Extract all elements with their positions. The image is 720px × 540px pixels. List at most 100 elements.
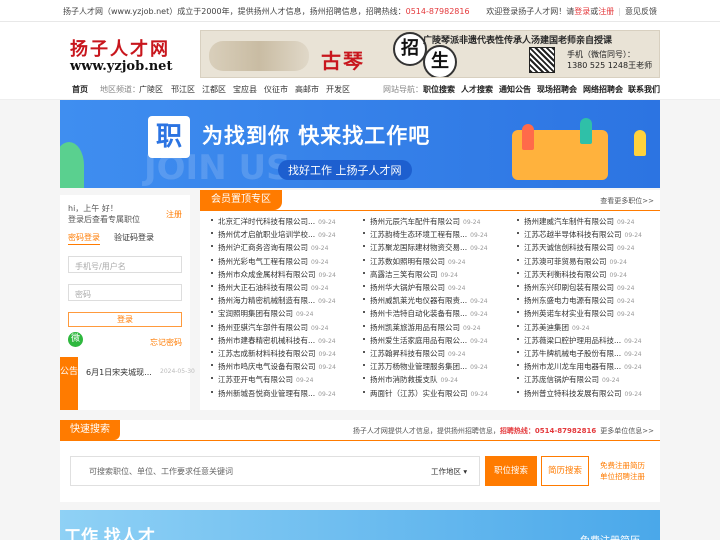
company-item[interactable]: 扬州沪汇商务咨询有限公司 09-24 bbox=[210, 242, 328, 253]
company-item[interactable]: 扬州市众成金属材料有限公司 09-24 bbox=[211, 269, 336, 280]
main-nav: 首页 地区频道： 广陵区 邗江区 江都区 宝应县 仪征市 高邮市 开发区 网站导… bbox=[0, 78, 720, 100]
company-item[interactable]: 江苏志成新材料科技有限公司 09-24 bbox=[211, 348, 336, 359]
company-item[interactable]: 扬州英诺车材实业有限公司 09-24 bbox=[516, 308, 635, 319]
register-employer-link[interactable]: 单位招聘注册 bbox=[600, 471, 645, 482]
company-item[interactable]: 江苏亚开电气有限公司 09-24 bbox=[210, 374, 313, 385]
register-link[interactable]: 注册 bbox=[598, 7, 614, 16]
company-name: 扬州市消防救援支队 bbox=[370, 375, 438, 385]
company-item[interactable]: 扬州光彩电气工程有限公司 09-24 bbox=[210, 256, 328, 267]
company-item[interactable]: 江苏数如照明有限公司 09-24 bbox=[362, 256, 465, 267]
nav-region-guangling[interactable]: 广陵区 bbox=[139, 84, 163, 95]
company-item[interactable]: 江苏翰昇科技有限公司 09-24 bbox=[362, 348, 465, 359]
company-item[interactable]: 扬州市建春精密机械科技有... 09-24 bbox=[211, 335, 336, 346]
forgot-password-link[interactable]: 忘记密码 bbox=[150, 337, 182, 348]
company-item[interactable]: 江苏万杨物业管理服务集团... 09-24 bbox=[363, 361, 488, 372]
more-companies-link[interactable]: 更多单位信息>> bbox=[600, 427, 654, 435]
feedback-link[interactable]: 意见反馈 bbox=[625, 7, 657, 16]
company-item[interactable]: 高露洁三笑有限公司 09-24 bbox=[363, 269, 458, 280]
company-item[interactable]: 江苏牛牌机械电子股份有限... 09-24 bbox=[517, 348, 642, 359]
company-item[interactable]: 扬州凯莱旅游用品有限公司 09-24 bbox=[362, 322, 480, 333]
company-date: 09-24 bbox=[617, 311, 635, 319]
company-date: 09-24 bbox=[448, 285, 466, 292]
company-item[interactable]: 扬州市消防救援支队 09-24 bbox=[363, 374, 458, 385]
more-jobs-link[interactable]: 查看更多职位>> bbox=[600, 196, 654, 206]
company-name: 扬州建威汽车制件有限公司 bbox=[524, 217, 614, 226]
search-input[interactable]: 可搜索职位、单位、工作要求任意关键词 bbox=[89, 466, 233, 477]
hotline: 0514-87982816 bbox=[405, 7, 470, 16]
company-item[interactable]: 江苏芯越半导体科技有限公司 09-24 bbox=[517, 229, 642, 240]
nav-job-search[interactable]: 职位搜索 bbox=[423, 84, 455, 95]
company-item[interactable]: 扬州优才启航职业培训学校... 09-24 bbox=[211, 229, 336, 240]
register-button[interactable]: 注册 bbox=[166, 209, 182, 220]
nav-region-jiangdu[interactable]: 江都区 bbox=[202, 84, 226, 95]
company-item[interactable]: 扬州市龙川龙车用电器有限... 09-24 bbox=[517, 361, 642, 372]
company-date: 09-24 bbox=[470, 364, 488, 372]
notice-item[interactable]: 6月1日宋夹城现... bbox=[86, 367, 152, 378]
company-item[interactable]: 扬州海力精密机械制造有限... 09-24 bbox=[211, 295, 336, 306]
site-intro: 扬子人才网（www.yzjob.net）成立于2000年，提供扬州人才信息，扬州… bbox=[63, 6, 470, 17]
company-item[interactable]: 宝润照明集团有限公司 09-24 bbox=[210, 308, 314, 319]
nav-region-baoying[interactable]: 宝应县 bbox=[233, 84, 257, 95]
username-input[interactable]: 手机号/用户名 bbox=[68, 256, 182, 273]
register-resume-link[interactable]: 免费注册简历 bbox=[600, 460, 645, 471]
nav-home[interactable]: 首页 bbox=[72, 84, 88, 95]
company-name: 扬州市龙川龙车用电器有限... bbox=[524, 362, 622, 372]
company-item[interactable]: 扬州东兴印刷包装有限公司 09-24 bbox=[516, 282, 634, 293]
company-item[interactable]: 扬州卡浩特自动化装备有限... 09-24 bbox=[363, 308, 488, 319]
nav-region-yizheng[interactable]: 仪征市 bbox=[264, 84, 288, 95]
area-select[interactable]: 工作地区 ▾ bbox=[431, 466, 467, 477]
company-item[interactable]: 江苏澳可菲贸易有限公司 09-24 bbox=[517, 256, 627, 267]
header-ad-banner[interactable]: 古琴 招 生 广陵琴派非遗代表性传承人汤建国老师亲自授课 手机（微信同号）： 13… bbox=[200, 30, 660, 78]
divider bbox=[200, 210, 660, 211]
login-link[interactable]: 登录 bbox=[574, 7, 590, 16]
nav-contact[interactable]: 联系我们 bbox=[628, 84, 660, 95]
company-date: 09-24 bbox=[609, 271, 627, 279]
company-item[interactable]: 扬州元辰汽车配件有限公司 09-24 bbox=[362, 216, 480, 227]
company-date: 09-24 bbox=[470, 298, 488, 306]
company-item[interactable]: 两面针（江苏）实业有限公司 09-24 bbox=[363, 388, 488, 399]
nav-online-fair[interactable]: 网络招聘会 bbox=[583, 84, 623, 95]
company-item[interactable]: 扬州新城吾悦商业管理有限... 09-24 bbox=[211, 388, 336, 399]
job-search-button[interactable]: 职位搜索 bbox=[485, 456, 537, 486]
banner-zhao: 招 bbox=[393, 32, 427, 66]
company-item[interactable]: 江苏聚龙国际建材物资交易... 09-24 bbox=[363, 242, 488, 253]
search-box[interactable]: 可搜索职位、单位、工作要求任意关键词 工作地区 ▾ bbox=[70, 456, 480, 486]
quick-info: 扬子人才网提供人才信息，提供扬州招聘信息，招聘热线：0514-87982816 更… bbox=[353, 426, 654, 436]
wechat-icon[interactable]: 微 bbox=[68, 332, 83, 347]
company-item[interactable]: 江苏薇梁口腔护理用品科技... 09-24 bbox=[517, 335, 642, 346]
company-date: 09-24 bbox=[296, 311, 314, 319]
tab-code-login[interactable]: 验证码登录 bbox=[114, 233, 154, 242]
password-input[interactable]: 密码 bbox=[68, 284, 182, 301]
company-item[interactable]: 江苏天利衡科技有限公司 09-24 bbox=[517, 269, 627, 280]
company-item[interactable]: 扬州建威汽车制件有限公司 09-24 bbox=[516, 216, 634, 227]
company-item[interactable]: 扬州华大锅炉有限公司 09-24 bbox=[362, 282, 466, 293]
company-item[interactable]: 扬州亚骐汽车部件有限公司 09-24 bbox=[210, 322, 328, 333]
nav-region-hanjiang[interactable]: 邗江区 bbox=[171, 84, 195, 95]
login-button[interactable]: 登录 bbox=[68, 312, 182, 327]
company-item[interactable]: 扬州爱生活家庭用品有限公... 09-24 bbox=[363, 335, 488, 346]
hero-banner[interactable]: JOIN US 职 为找到你 快来找工作吧 找好工作 上扬子人才网 bbox=[60, 100, 660, 188]
company-item[interactable]: 扬州威凯莱光电仪器有限责... 09-24 bbox=[363, 295, 488, 306]
site-logo[interactable]: 扬子人才网 www.yzjob.net bbox=[70, 35, 180, 77]
company-date: 09-24 bbox=[602, 377, 620, 385]
company-item[interactable]: 扬州大正石油科技有限公司 09-24 bbox=[210, 282, 328, 293]
company-item[interactable]: 扬州普立特科技发展有限公司 09-24 bbox=[517, 388, 642, 399]
company-date: 09-24 bbox=[440, 377, 458, 385]
resume-search-button[interactable]: 简历搜索 bbox=[541, 456, 589, 486]
company-item[interactable]: 江苏庞信锅炉有限公司 09-24 bbox=[516, 374, 620, 385]
company-item[interactable]: 扬州东盛电力电源有限公司 09-24 bbox=[516, 295, 634, 306]
nav-job-fair[interactable]: 现场招聘会 bbox=[537, 84, 577, 95]
company-date: 09-24 bbox=[617, 245, 635, 253]
tab-password-login[interactable]: 密码登录 bbox=[68, 233, 100, 245]
bottom-banner[interactable]: 工作 找人才 免费注册简历 bbox=[60, 510, 660, 540]
company-item[interactable]: 江苏美迪集团 09-24 bbox=[516, 322, 589, 333]
nav-region-gaoyou[interactable]: 高邮市 bbox=[295, 84, 319, 95]
company-name: 扬州东兴印刷包装有限公司 bbox=[524, 283, 614, 292]
company-item[interactable]: 北京汇洋时代科技有限公司... 09-24 bbox=[211, 216, 336, 227]
company-item[interactable]: 江苏天诚信创科技有限公司 09-24 bbox=[516, 242, 635, 253]
company-item[interactable]: 扬州市鸣庆电气设备有限公司 09-24 bbox=[211, 361, 336, 372]
nav-notices[interactable]: 通知公告 bbox=[499, 84, 531, 95]
company-item[interactable]: 江苏韵椅生态环境工程有限... 09-24 bbox=[363, 229, 488, 240]
nav-talent-search[interactable]: 人才搜索 bbox=[461, 84, 493, 95]
nav-region-kaifaqu[interactable]: 开发区 bbox=[326, 84, 350, 95]
